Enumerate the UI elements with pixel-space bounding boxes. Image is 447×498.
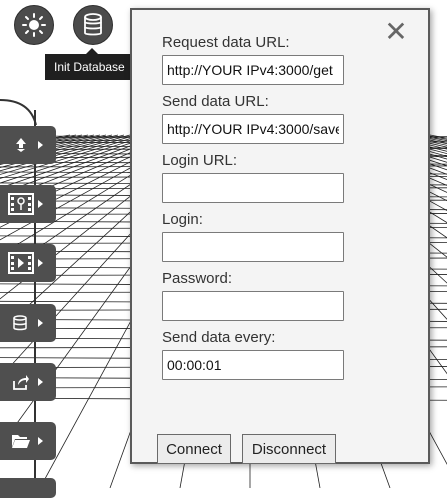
login-url-input[interactable] bbox=[162, 173, 344, 203]
send-url-input[interactable] bbox=[162, 114, 344, 144]
sidebar-item-more[interactable] bbox=[0, 478, 56, 498]
chevron-right-icon bbox=[38, 141, 43, 149]
login-label: Login: bbox=[162, 211, 203, 228]
folder-open-icon bbox=[8, 429, 34, 453]
film-key-icon bbox=[8, 192, 34, 216]
init-database-button[interactable] bbox=[73, 5, 113, 45]
server-connection-dialog: ✕ Request data URL: Send data URL: Login… bbox=[130, 8, 430, 464]
chevron-right-icon bbox=[38, 378, 43, 386]
send-interval-input[interactable] bbox=[162, 350, 344, 380]
close-icon[interactable]: ✕ bbox=[384, 18, 408, 46]
upload-icon bbox=[8, 133, 34, 157]
disconnect-button[interactable]: Disconnect bbox=[242, 434, 336, 464]
sidebar-item-upload[interactable] bbox=[0, 126, 56, 164]
request-url-label: Request data URL: bbox=[162, 34, 290, 51]
request-url-input[interactable] bbox=[162, 55, 344, 85]
password-label: Password: bbox=[162, 270, 233, 287]
chevron-right-icon bbox=[38, 200, 43, 208]
chevron-right-icon bbox=[38, 319, 43, 327]
chevron-right-icon bbox=[38, 437, 43, 445]
send-interval-label: Send data every: bbox=[162, 329, 276, 346]
share-icon bbox=[8, 370, 34, 394]
password-input[interactable] bbox=[162, 291, 344, 321]
sidebar-item-film-key[interactable] bbox=[0, 185, 56, 223]
sidebar-item-folder[interactable] bbox=[0, 422, 56, 460]
light-toggle-button[interactable] bbox=[14, 5, 54, 45]
database-icon bbox=[84, 13, 102, 36]
sidebar-item-share[interactable] bbox=[0, 363, 56, 401]
sun-icon bbox=[22, 13, 46, 37]
connect-button[interactable]: Connect bbox=[157, 434, 231, 464]
send-url-label: Send data URL: bbox=[162, 93, 269, 110]
database-small-icon bbox=[8, 311, 34, 335]
film-play-icon bbox=[8, 251, 34, 275]
chevron-right-icon bbox=[38, 259, 43, 267]
sidebar-item-database[interactable] bbox=[0, 304, 56, 342]
login-input[interactable] bbox=[162, 232, 344, 262]
sidebar-item-film-play[interactable] bbox=[0, 244, 56, 282]
init-database-tooltip: Init Database bbox=[45, 54, 137, 80]
login-url-label: Login URL: bbox=[162, 152, 238, 169]
